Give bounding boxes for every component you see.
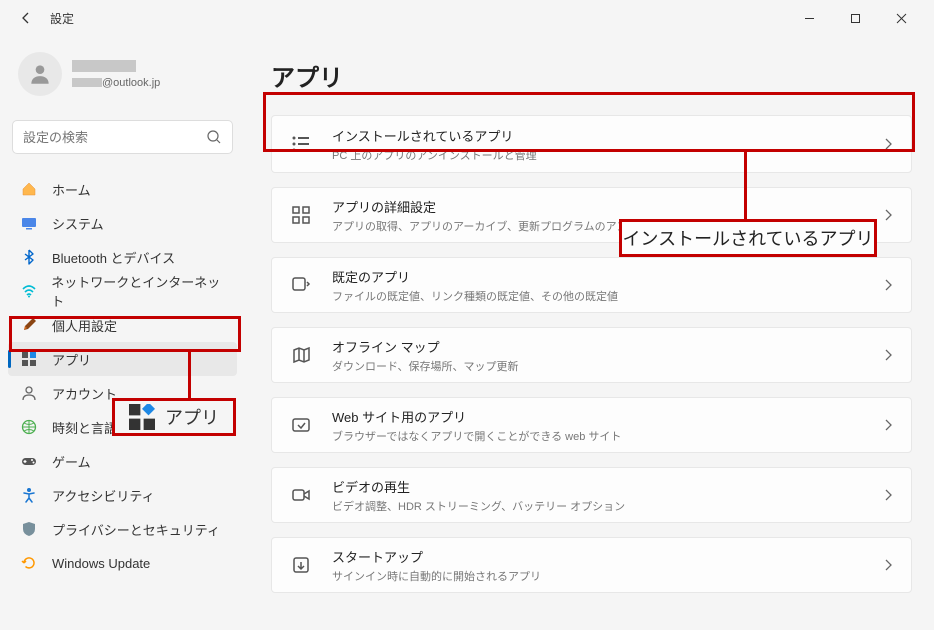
window-controls: [786, 0, 924, 36]
card-default-apps[interactable]: 既定のアプリ ファイルの既定値、リンク種類の既定値、その他の既定値: [271, 257, 912, 313]
chevron-right-icon: [883, 348, 893, 362]
chevron-right-icon: [883, 208, 893, 222]
back-button[interactable]: [10, 2, 42, 34]
window-title: 設定: [50, 10, 74, 27]
account-icon: [20, 384, 38, 402]
sidebar-item-privacy[interactable]: プライバシーとセキュリティ: [8, 512, 237, 546]
card-text: Web サイト用のアプリ ブラウザーではなくアプリで開くことができる web サ…: [332, 407, 883, 444]
card-text: オフライン マップ ダウンロード、保存場所、マップ更新: [332, 337, 883, 374]
sidebar-item-apps[interactable]: アプリ: [8, 342, 237, 376]
card-advanced-settings[interactable]: アプリの詳細設定 アプリの取得、アプリのアーカイブ、更新プログラムのアンインスト…: [271, 187, 912, 243]
card-text: アプリの詳細設定 アプリの取得、アプリのアーカイブ、更新プログラムのアンインスト…: [332, 197, 883, 234]
card-title: ビデオの再生: [332, 477, 883, 496]
sidebar-item-label: 時刻と言語: [52, 418, 117, 437]
card-title: Web サイト用のアプリ: [332, 407, 883, 426]
sidebar-item-personalize[interactable]: 個人用設定: [8, 308, 237, 342]
sidebar-item-system[interactable]: システム: [8, 206, 237, 240]
default-icon: [290, 274, 312, 296]
card-title: アプリの詳細設定: [332, 197, 883, 216]
sidebar-item-accessibility[interactable]: アクセシビリティ: [8, 478, 237, 512]
user-info: @outlook.jp: [72, 60, 160, 89]
shield-icon: [20, 520, 38, 538]
page-title: アプリ: [271, 58, 912, 93]
chevron-right-icon: [883, 418, 893, 432]
card-text: インストールされているアプリ PC 上のアプリのアンインストールと管理: [332, 126, 883, 163]
sidebar-item-time[interactable]: 時刻と言語: [8, 410, 237, 444]
user-email: @outlook.jp: [72, 77, 160, 89]
link-icon: [290, 414, 312, 436]
card-text: 既定のアプリ ファイルの既定値、リンク種類の既定値、その他の既定値: [332, 267, 883, 304]
wifi-icon: [20, 282, 37, 300]
maximize-button[interactable]: [832, 0, 878, 36]
card-desc: アプリの取得、アプリのアーカイブ、更新プログラムのアンインストールを行う場所を選…: [332, 218, 883, 234]
card-title: インストールされているアプリ: [332, 126, 883, 145]
chevron-right-icon: [883, 558, 893, 572]
person-icon: [27, 61, 53, 87]
titlebar: 設定: [0, 0, 934, 36]
nav-list: ホーム システム Bluetooth とデバイス ネットワークとインターネット …: [8, 172, 237, 580]
card-desc: ビデオ調整、HDR ストリーミング、バッテリー オプション: [332, 498, 883, 514]
chevron-right-icon: [883, 137, 893, 151]
card-desc: ブラウザーではなくアプリで開くことができる web サイト: [332, 428, 883, 444]
brush-icon: [20, 316, 38, 334]
sidebar-item-update[interactable]: Windows Update: [8, 546, 237, 580]
card-desc: ダウンロード、保存場所、マップ更新: [332, 358, 883, 374]
accessibility-icon: [20, 486, 38, 504]
sidebar-item-label: アクセシビリティ: [52, 486, 155, 505]
card-startup[interactable]: スタートアップ サインイン時に自動的に開始されるアプリ: [271, 537, 912, 593]
card-title: オフライン マップ: [332, 337, 883, 356]
close-button[interactable]: [878, 0, 924, 36]
sidebar: @outlook.jp ホーム システム Bluetooth とデバイス: [0, 36, 245, 630]
sidebar-item-label: 個人用設定: [52, 316, 117, 335]
avatar: [18, 52, 62, 96]
search-icon: [206, 129, 222, 145]
user-name-redacted: [72, 60, 136, 72]
chevron-right-icon: [883, 488, 893, 502]
card-title: スタートアップ: [332, 547, 883, 566]
card-offline-maps[interactable]: オフライン マップ ダウンロード、保存場所、マップ更新: [271, 327, 912, 383]
home-icon: [20, 180, 38, 198]
sidebar-item-account[interactable]: アカウント: [8, 376, 237, 410]
update-icon: [20, 554, 38, 572]
sidebar-item-game[interactable]: ゲーム: [8, 444, 237, 478]
sidebar-item-label: アプリ: [52, 350, 91, 369]
bluetooth-icon: [20, 248, 38, 266]
card-desc: ファイルの既定値、リンク種類の既定値、その他の既定値: [332, 288, 883, 304]
sidebar-item-label: システム: [52, 214, 104, 233]
map-icon: [290, 344, 312, 366]
card-text: スタートアップ サインイン時に自動的に開始されるアプリ: [332, 547, 883, 584]
card-website-apps[interactable]: Web サイト用のアプリ ブラウザーではなくアプリで開くことができる web サ…: [271, 397, 912, 453]
system-icon: [20, 214, 38, 232]
minimize-button[interactable]: [786, 0, 832, 36]
sidebar-item-home[interactable]: ホーム: [8, 172, 237, 206]
user-block[interactable]: @outlook.jp: [8, 40, 237, 114]
arrow-left-icon: [19, 11, 33, 25]
card-text: ビデオの再生 ビデオ調整、HDR ストリーミング、バッテリー オプション: [332, 477, 883, 514]
startup-icon: [290, 554, 312, 576]
card-video-playback[interactable]: ビデオの再生 ビデオ調整、HDR ストリーミング、バッテリー オプション: [271, 467, 912, 523]
sidebar-item-label: ゲーム: [52, 452, 91, 471]
sidebar-item-network[interactable]: ネットワークとインターネット: [8, 274, 237, 308]
globe-icon: [20, 418, 38, 436]
chevron-right-icon: [883, 278, 893, 292]
sidebar-item-label: ホーム: [52, 180, 91, 199]
list-icon: [290, 133, 312, 155]
sidebar-item-label: Bluetooth とデバイス: [52, 248, 175, 267]
card-desc: PC 上のアプリのアンインストールと管理: [332, 147, 883, 163]
card-title: 既定のアプリ: [332, 267, 883, 286]
sidebar-item-label: アカウント: [52, 384, 117, 403]
sidebar-item-label: プライバシーとセキュリティ: [52, 520, 220, 539]
search-box[interactable]: [12, 120, 233, 154]
video-icon: [290, 484, 312, 506]
card-installed-apps[interactable]: インストールされているアプリ PC 上のアプリのアンインストールと管理: [271, 115, 912, 173]
grid-detail-icon: [290, 204, 312, 226]
search-input[interactable]: [23, 130, 206, 145]
game-icon: [20, 452, 38, 470]
sidebar-item-bluetooth[interactable]: Bluetooth とデバイス: [8, 240, 237, 274]
sidebar-item-label: ネットワークとインターネット: [51, 272, 225, 310]
main-content: アプリ インストールされているアプリ PC 上のアプリのアンインストールと管理 …: [245, 36, 934, 630]
card-desc: サインイン時に自動的に開始されるアプリ: [332, 568, 883, 584]
apps-icon: [20, 350, 38, 368]
sidebar-item-label: Windows Update: [52, 556, 150, 571]
